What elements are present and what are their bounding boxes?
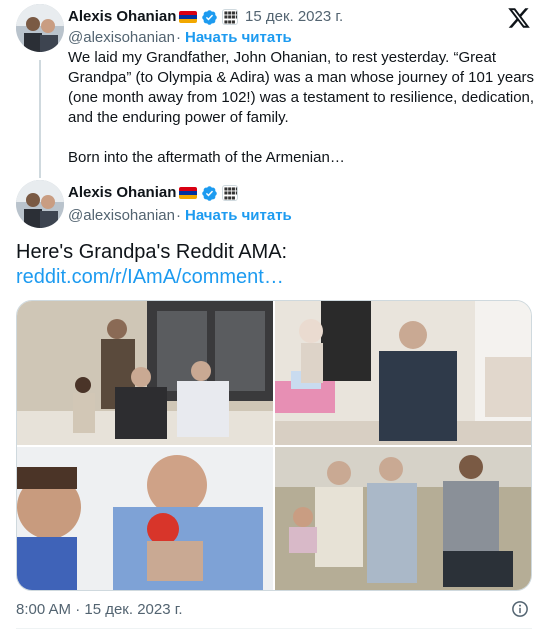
author-name[interactable]: Alexis Ohanian <box>68 8 176 25</box>
info-icon[interactable] <box>511 600 529 618</box>
thread-connector <box>39 60 41 178</box>
photo-four-generations[interactable] <box>275 447 531 590</box>
verified-badge-icon[interactable] <box>201 9 218 26</box>
follow-button[interactable]: Начать читать <box>185 207 292 224</box>
separator-dot: · <box>176 29 181 46</box>
armenia-flag-icon <box>179 187 197 199</box>
author-handle[interactable]: @alexisohanian <box>68 207 175 224</box>
avatar[interactable] <box>16 180 64 228</box>
post-timestamp[interactable]: 8:00 AM · 15 дек. 2023 г. <box>16 601 183 618</box>
author-name[interactable]: Alexis Ohanian <box>68 184 176 201</box>
separator-dot: · <box>176 207 181 224</box>
photo-family-indoor[interactable] <box>17 301 273 445</box>
affiliation-badge[interactable]: ■■■■ ■■■■ ■■■ <box>222 9 238 25</box>
reddit-link[interactable]: reddit.com/r/IAmA/comment… <box>16 265 284 289</box>
tweet-text[interactable]: We laid my Grandfather, John Ohanian, to… <box>68 48 538 168</box>
photo-tomato-selfie[interactable] <box>17 447 273 590</box>
tweet-paragraph-truncated: Born into the aftermath of the Armenian… <box>68 149 345 166</box>
post-date[interactable]: 15 дек. 2023 г. <box>245 8 343 25</box>
photo-grandpa-with-child[interactable] <box>275 301 531 445</box>
avatar[interactable] <box>16 4 64 52</box>
x-logo-icon[interactable] <box>507 6 531 30</box>
author-handle[interactable]: @alexisohanian <box>68 29 175 46</box>
divider <box>16 628 532 629</box>
tweet-paragraph: We laid my Grandfather, John Ohanian, to… <box>68 49 535 126</box>
verified-badge-icon[interactable] <box>201 185 218 202</box>
armenia-flag-icon <box>179 11 197 23</box>
media-grid <box>16 300 532 591</box>
tweet-text: Here's Grandpa's Reddit AMA: <box>16 241 288 263</box>
follow-button[interactable]: Начать читать <box>185 29 292 46</box>
affiliation-badge[interactable]: ■■■■ ■■■■ ■■■ <box>222 185 238 201</box>
